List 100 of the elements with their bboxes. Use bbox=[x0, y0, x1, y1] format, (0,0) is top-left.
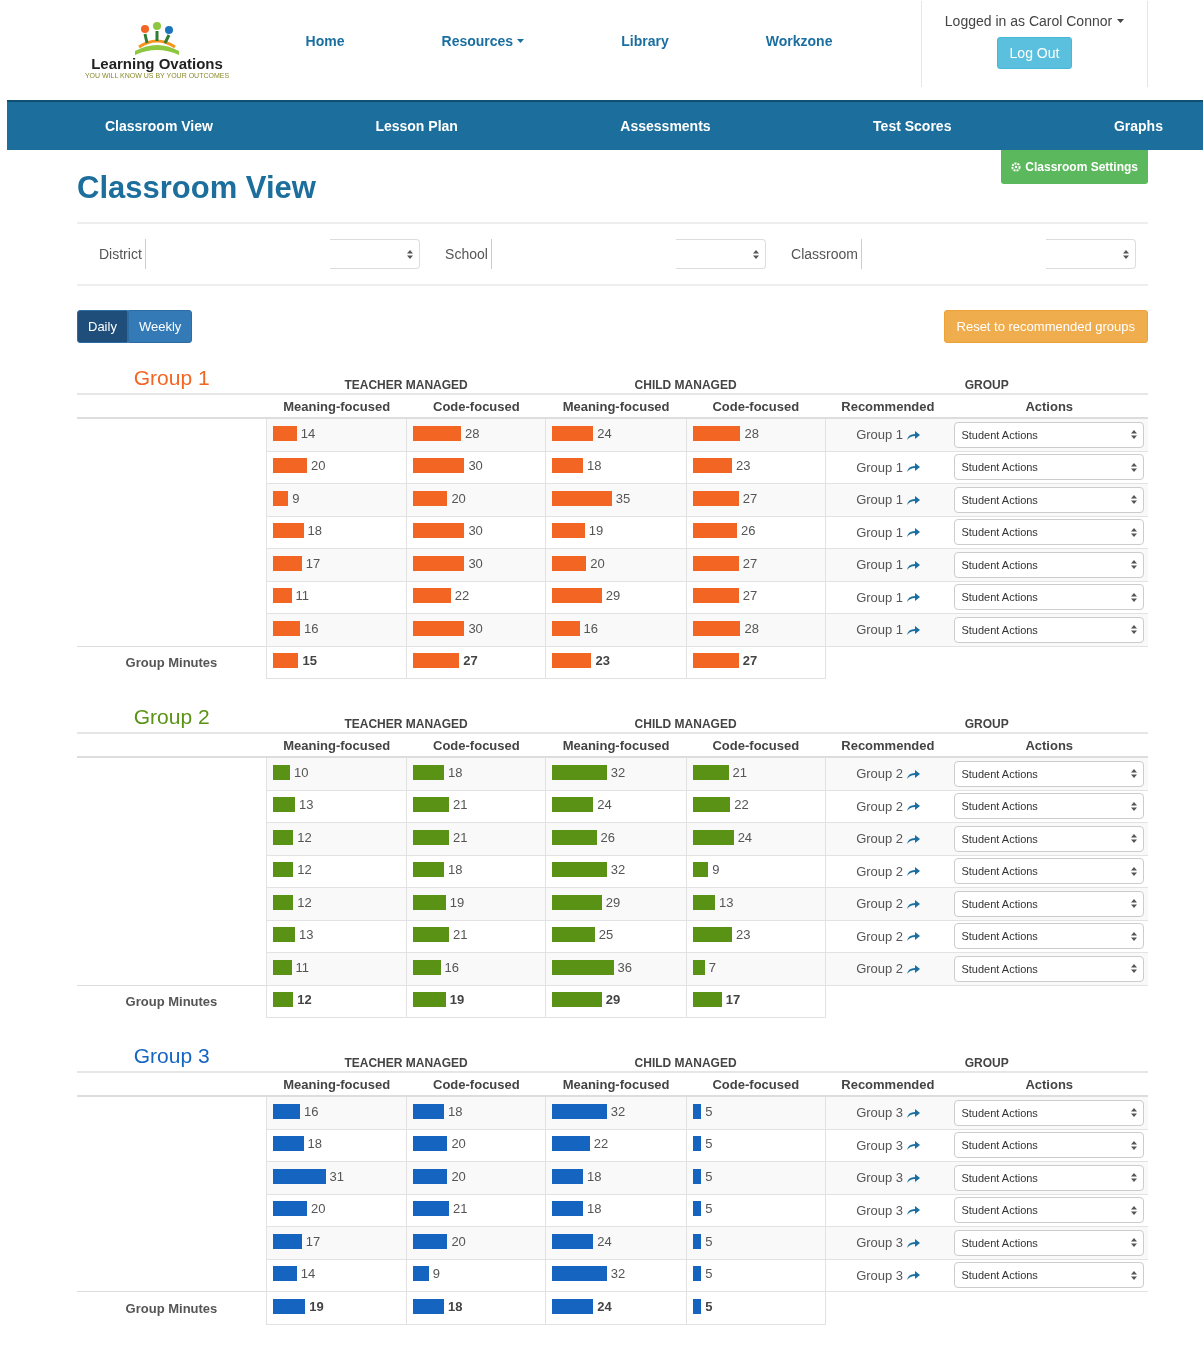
share-arrow-icon[interactable] bbox=[907, 1205, 921, 1216]
share-arrow-icon[interactable] bbox=[907, 931, 921, 942]
updown-icon bbox=[1131, 1238, 1137, 1248]
filter-input[interactable] bbox=[490, 239, 494, 269]
recommended-group: Group 1 bbox=[856, 557, 904, 573]
column-header: Actions bbox=[1025, 737, 1074, 753]
actions-select[interactable]: Student Actions bbox=[954, 1262, 1144, 1289]
updown-icon bbox=[1131, 899, 1137, 909]
share-arrow-icon[interactable] bbox=[907, 1107, 921, 1118]
actions-select[interactable]: Student Actions bbox=[954, 616, 1144, 643]
actions-select[interactable]: Student Actions bbox=[954, 890, 1144, 917]
share-arrow-icon[interactable] bbox=[907, 592, 921, 603]
value-text: 20 bbox=[451, 1168, 466, 1184]
bar bbox=[413, 653, 460, 669]
share-arrow-icon[interactable] bbox=[907, 527, 921, 538]
bar bbox=[552, 1266, 607, 1282]
value-text: 19 bbox=[449, 992, 465, 1008]
actions-select[interactable]: Student Actions bbox=[954, 584, 1144, 611]
nav-link[interactable]: Lesson Plan bbox=[375, 118, 458, 134]
value-text: 10 bbox=[293, 764, 309, 780]
value-text: 12 bbox=[297, 862, 312, 878]
share-arrow-icon[interactable] bbox=[907, 833, 921, 844]
bar bbox=[692, 653, 739, 669]
recommended-group: Group 3 bbox=[856, 1105, 904, 1121]
column-group-header: CHILD MANAGED bbox=[634, 378, 737, 392]
nav-link[interactable]: Resources bbox=[441, 33, 525, 49]
nav-link[interactable]: Home bbox=[305, 33, 345, 49]
bar bbox=[692, 797, 731, 813]
share-arrow-icon[interactable] bbox=[907, 462, 921, 473]
actions-select[interactable]: Student Actions bbox=[954, 1099, 1144, 1126]
actions-select[interactable]: Student Actions bbox=[954, 760, 1144, 787]
share-arrow-icon[interactable] bbox=[907, 624, 921, 635]
updown-icon bbox=[1131, 495, 1137, 505]
nav-link[interactable]: Test Scores bbox=[873, 118, 952, 134]
filter-label: School bbox=[445, 246, 488, 262]
actions-select[interactable]: Student Actions bbox=[954, 858, 1144, 885]
share-arrow-icon[interactable] bbox=[907, 559, 921, 570]
value-text: 25 bbox=[598, 927, 614, 943]
value-text: 24 bbox=[597, 1298, 612, 1314]
settings-icon bbox=[1011, 162, 1022, 172]
recommended-group: Group 2 bbox=[856, 798, 904, 814]
share-arrow-icon[interactable] bbox=[907, 866, 921, 877]
bar bbox=[692, 862, 709, 878]
share-arrow-icon[interactable] bbox=[907, 898, 921, 909]
column-header: Meaning-focused bbox=[562, 737, 670, 753]
bar bbox=[552, 797, 594, 813]
value-text: 11 bbox=[295, 588, 310, 604]
actions-select[interactable]: Student Actions bbox=[954, 793, 1144, 820]
nav-link[interactable]: Classroom View bbox=[105, 118, 213, 134]
value-text: 16 bbox=[444, 959, 460, 975]
bar bbox=[552, 1136, 590, 1152]
nav-link[interactable]: Library bbox=[621, 33, 669, 49]
bar bbox=[413, 764, 444, 780]
value-text: 18 bbox=[307, 523, 322, 539]
value-text: 36 bbox=[617, 959, 632, 975]
actions-select[interactable]: Student Actions bbox=[954, 825, 1144, 852]
view-toggle-button[interactable]: Daily bbox=[77, 309, 128, 343]
actions-select[interactable]: Student Actions bbox=[954, 519, 1144, 546]
value-text: 27 bbox=[742, 490, 758, 506]
share-arrow-icon[interactable] bbox=[907, 768, 921, 779]
actions-select[interactable]: Student Actions bbox=[954, 955, 1144, 982]
bar bbox=[552, 490, 612, 506]
value-text: 28 bbox=[744, 620, 759, 636]
actions-select[interactable]: Student Actions bbox=[954, 1229, 1144, 1256]
actions-select[interactable]: Student Actions bbox=[954, 486, 1144, 513]
share-arrow-icon[interactable] bbox=[907, 429, 921, 440]
share-arrow-icon[interactable] bbox=[907, 801, 921, 812]
share-arrow-icon[interactable] bbox=[907, 1270, 921, 1281]
nav-link[interactable]: Assessments bbox=[620, 118, 711, 134]
value-text: 13 bbox=[299, 927, 314, 943]
value-text: 13 bbox=[299, 797, 314, 813]
bar bbox=[413, 959, 441, 975]
actions-select[interactable]: Student Actions bbox=[954, 923, 1144, 950]
share-arrow-icon[interactable] bbox=[907, 494, 921, 505]
actions-select[interactable]: Student Actions bbox=[954, 551, 1144, 578]
share-arrow-icon[interactable] bbox=[907, 1140, 921, 1151]
user-menu[interactable]: Logged in as Carol Connor bbox=[944, 13, 1125, 29]
filter-input[interactable] bbox=[861, 239, 864, 269]
view-toggle-button[interactable]: Weekly bbox=[127, 309, 193, 343]
actions-select[interactable]: Student Actions bbox=[954, 1164, 1144, 1191]
value-text: 27 bbox=[742, 555, 758, 571]
nav-link[interactable]: Workzone bbox=[765, 33, 833, 49]
value-text: 27 bbox=[742, 653, 758, 669]
nav-link[interactable]: Graphs bbox=[1113, 118, 1163, 134]
share-arrow-icon[interactable] bbox=[907, 1172, 921, 1183]
actions-select[interactable]: Student Actions bbox=[954, 421, 1144, 448]
value-text: 35 bbox=[615, 490, 631, 506]
updown-icon bbox=[1131, 1108, 1137, 1118]
value-text: 26 bbox=[741, 523, 756, 539]
bar bbox=[552, 653, 592, 669]
actions-select[interactable]: Student Actions bbox=[954, 454, 1144, 481]
actions-select[interactable]: Student Actions bbox=[954, 1197, 1144, 1224]
share-arrow-icon[interactable] bbox=[907, 963, 921, 974]
share-arrow-icon[interactable] bbox=[907, 1237, 921, 1248]
filter-input[interactable] bbox=[144, 239, 148, 269]
updown-icon bbox=[1131, 801, 1137, 811]
value-text: 20 bbox=[451, 1136, 466, 1152]
row-label: Group Minutes bbox=[125, 1300, 218, 1316]
value-text: 16 bbox=[304, 1103, 319, 1119]
actions-select[interactable]: Student Actions bbox=[954, 1132, 1144, 1159]
